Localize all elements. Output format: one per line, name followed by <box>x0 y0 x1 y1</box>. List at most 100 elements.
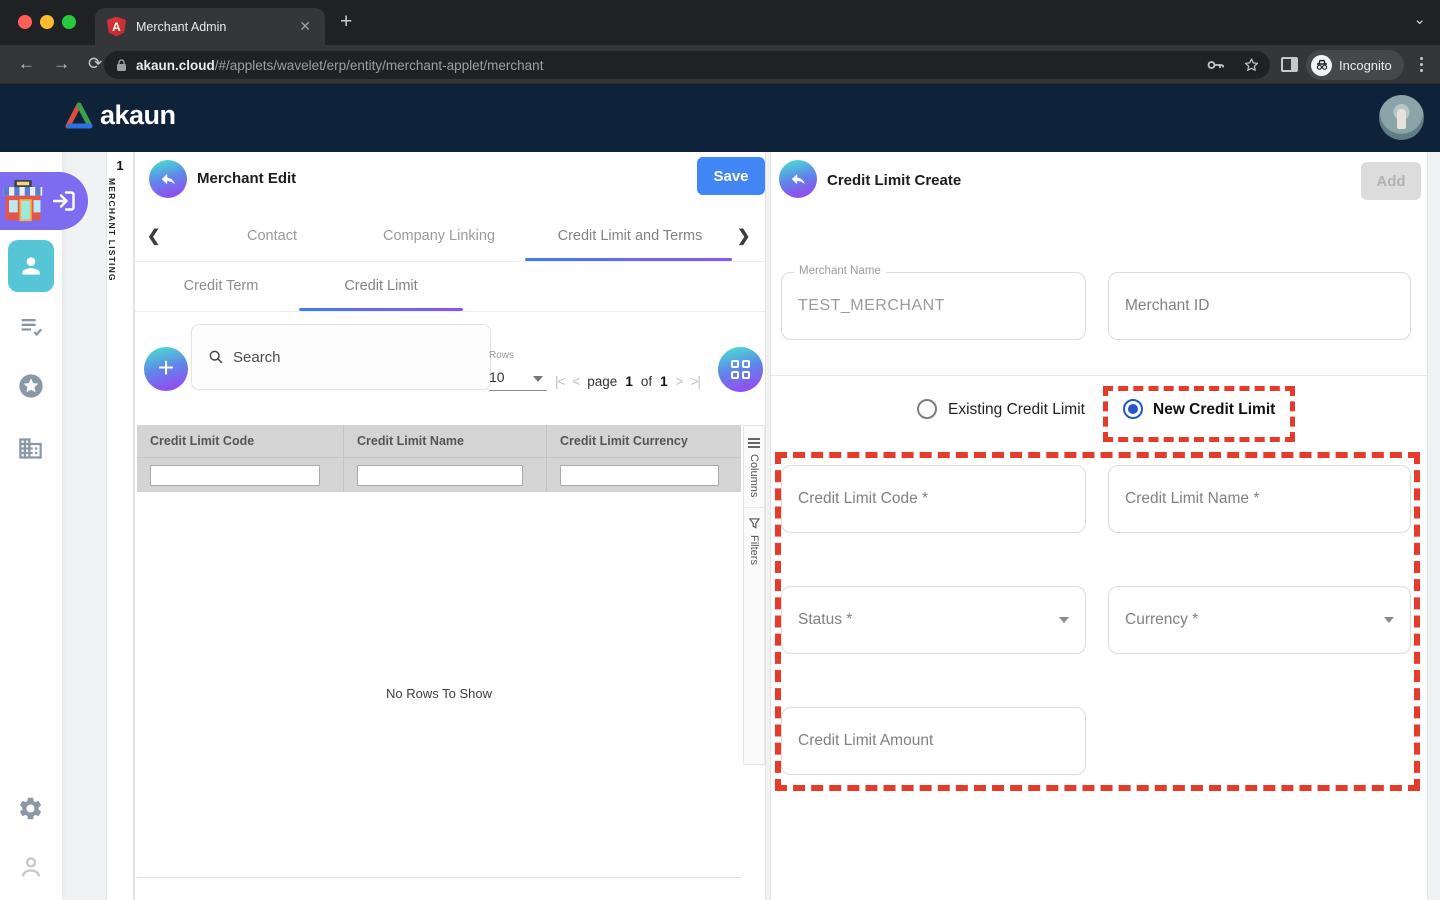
tab-company-linking[interactable]: Company Linking <box>383 228 495 244</box>
angular-favicon-icon: A <box>107 17 126 37</box>
reload-icon[interactable]: ⟳ <box>88 54 102 74</box>
sidebar-item-favorites[interactable] <box>17 372 45 400</box>
forward-nav-icon[interactable]: → <box>53 54 70 74</box>
radio-existing-credit-limit[interactable] <box>917 399 937 419</box>
gear-icon <box>17 795 44 822</box>
status-select[interactable]: Status * <box>781 586 1086 654</box>
app-sidebar <box>0 152 62 900</box>
sidebar-item-merchant-applet[interactable] <box>0 172 88 230</box>
credit-limit-amount-field[interactable]: Credit Limit Amount <box>781 707 1086 775</box>
columns-icon <box>748 436 760 448</box>
grid-view-button[interactable] <box>718 347 763 392</box>
profile-icon[interactable] <box>17 853 45 881</box>
prev-page-button[interactable]: < <box>572 374 579 389</box>
merchant-id-field[interactable]: Merchant ID <box>1108 272 1411 340</box>
browser-toolbar: ← → ⟳ akaun.cloud /#/applets/wavelet/erp… <box>0 45 1440 84</box>
search-input[interactable] <box>233 349 453 366</box>
person-outline-icon <box>17 853 45 881</box>
back-button[interactable] <box>149 160 187 198</box>
browser-tab[interactable]: A Merchant Admin ✕ <box>95 8 325 45</box>
status-placeholder: Status * <box>798 611 852 629</box>
new-tab-button[interactable]: + <box>340 10 352 34</box>
filters-tool-button[interactable]: Filters <box>744 508 764 575</box>
currency-placeholder: Currency * <box>1125 611 1198 629</box>
table-body: No Rows To Show <box>137 492 741 878</box>
tab-credit-limit-and-terms[interactable]: Credit Limit and Terms <box>558 228 703 244</box>
rows-per-page-label: Rows <box>489 350 514 361</box>
sub-tab-bar: Credit Term Credit Limit <box>135 262 765 312</box>
currency-select[interactable]: Currency * <box>1108 586 1411 654</box>
merchant-name-field[interactable]: Merchant Name TEST_MERCHANT <box>781 272 1086 340</box>
sidebar-item-organization[interactable] <box>17 435 45 463</box>
back-button[interactable] <box>779 160 817 198</box>
radio-new-label[interactable]: New Credit Limit <box>1153 401 1275 419</box>
columns-tool-label: Columns <box>748 454 760 497</box>
column-header-credit-limit-currency[interactable]: Credit Limit Currency <box>547 425 741 457</box>
search-box[interactable] <box>191 324 491 390</box>
zoom-window-button[interactable] <box>62 15 76 29</box>
save-button[interactable]: Save <box>697 157 765 195</box>
minimize-window-button[interactable] <box>40 15 54 29</box>
back-arrow-icon <box>790 172 807 187</box>
back-nav-icon[interactable]: ← <box>18 54 35 74</box>
sidebar-item-tasks[interactable] <box>17 312 45 340</box>
tab-title: Merchant Admin <box>136 20 297 34</box>
merchant-edit-panel: Merchant Edit Save ❮ Contact Company Lin… <box>134 152 766 900</box>
column-header-credit-limit-name[interactable]: Credit Limit Name <box>344 425 547 457</box>
pagination: |< < page 1 of 1 > >| <box>555 374 700 389</box>
filter-funnel-icon <box>749 518 760 529</box>
window-controls[interactable] <box>18 15 76 29</box>
bookmark-star-icon[interactable] <box>1243 57 1260 73</box>
credit-limit-amount-placeholder: Credit Limit Amount <box>798 732 933 750</box>
user-avatar[interactable] <box>1379 95 1424 140</box>
filter-input-credit-limit-code[interactable] <box>150 465 320 486</box>
column-header-credit-limit-code[interactable]: Credit Limit Code <box>137 425 344 457</box>
person-icon <box>18 253 44 279</box>
active-subtab-underline <box>299 308 463 311</box>
merchant-name-value: TEST_MERCHANT <box>798 297 945 315</box>
address-bar[interactable]: akaun.cloud /#/applets/wavelet/erp/entit… <box>104 51 1270 79</box>
add-credit-limit-button[interactable]: + <box>144 347 188 391</box>
browser-tab-bar: A Merchant Admin ✕ + ⌄ <box>0 0 1440 45</box>
next-page-button[interactable]: > <box>676 374 683 389</box>
subtab-credit-term[interactable]: Credit Term <box>184 278 259 294</box>
tabs-scroll-right-icon[interactable]: ❯ <box>737 226 750 246</box>
credit-limit-code-field[interactable]: Credit Limit Code * <box>781 465 1086 533</box>
first-page-button[interactable]: |< <box>555 374 564 389</box>
side-panel-icon[interactable] <box>1281 57 1298 72</box>
tabs-scroll-left-icon[interactable]: ❮ <box>147 226 160 246</box>
tab-close-icon[interactable]: ✕ <box>297 18 313 35</box>
currency-caret-icon <box>1384 617 1394 623</box>
add-button-disabled[interactable]: Add <box>1361 162 1421 200</box>
storefront-icon <box>2 178 44 224</box>
browser-menu-icon[interactable] <box>1420 54 1423 75</box>
incognito-badge[interactable]: Incognito <box>1306 50 1404 80</box>
star-circle-icon <box>17 372 45 400</box>
last-page-button[interactable]: >| <box>691 374 700 389</box>
active-tab-underline <box>525 258 732 261</box>
radio-new-credit-limit[interactable] <box>1123 399 1143 419</box>
lock-icon <box>116 59 127 72</box>
plus-icon: + <box>158 352 174 384</box>
password-key-icon[interactable] <box>1207 59 1225 71</box>
akaun-triangle-icon <box>64 102 94 129</box>
empty-table-message: No Rows To Show <box>137 686 741 701</box>
filter-input-credit-limit-name[interactable] <box>357 465 523 486</box>
credit-limit-name-field[interactable]: Credit Limit Name * <box>1108 465 1411 533</box>
app-body: 1 MERCHANT LISTING Merchant Edit Save ❮ … <box>0 152 1440 900</box>
filter-input-credit-limit-currency[interactable] <box>560 465 719 486</box>
columns-tool-button[interactable]: Columns <box>744 426 764 508</box>
panel-title: Credit Limit Create <box>827 172 961 189</box>
settings-gear-icon[interactable] <box>17 795 45 823</box>
vertical-tab-merchant-listing[interactable]: 1 MERCHANT LISTING <box>106 152 134 900</box>
search-icon <box>208 349 224 365</box>
of-word: of <box>641 374 652 389</box>
close-window-button[interactable] <box>18 15 32 29</box>
radio-existing-label[interactable]: Existing Credit Limit <box>948 401 1085 419</box>
tab-strip-chevron-down-icon[interactable]: ⌄ <box>1413 10 1426 28</box>
building-icon <box>17 435 44 462</box>
merchant-id-placeholder: Merchant ID <box>1125 297 1209 315</box>
tab-contact[interactable]: Contact <box>247 228 297 244</box>
subtab-credit-limit[interactable]: Credit Limit <box>344 278 417 294</box>
sidebar-item-contacts[interactable] <box>8 240 54 292</box>
